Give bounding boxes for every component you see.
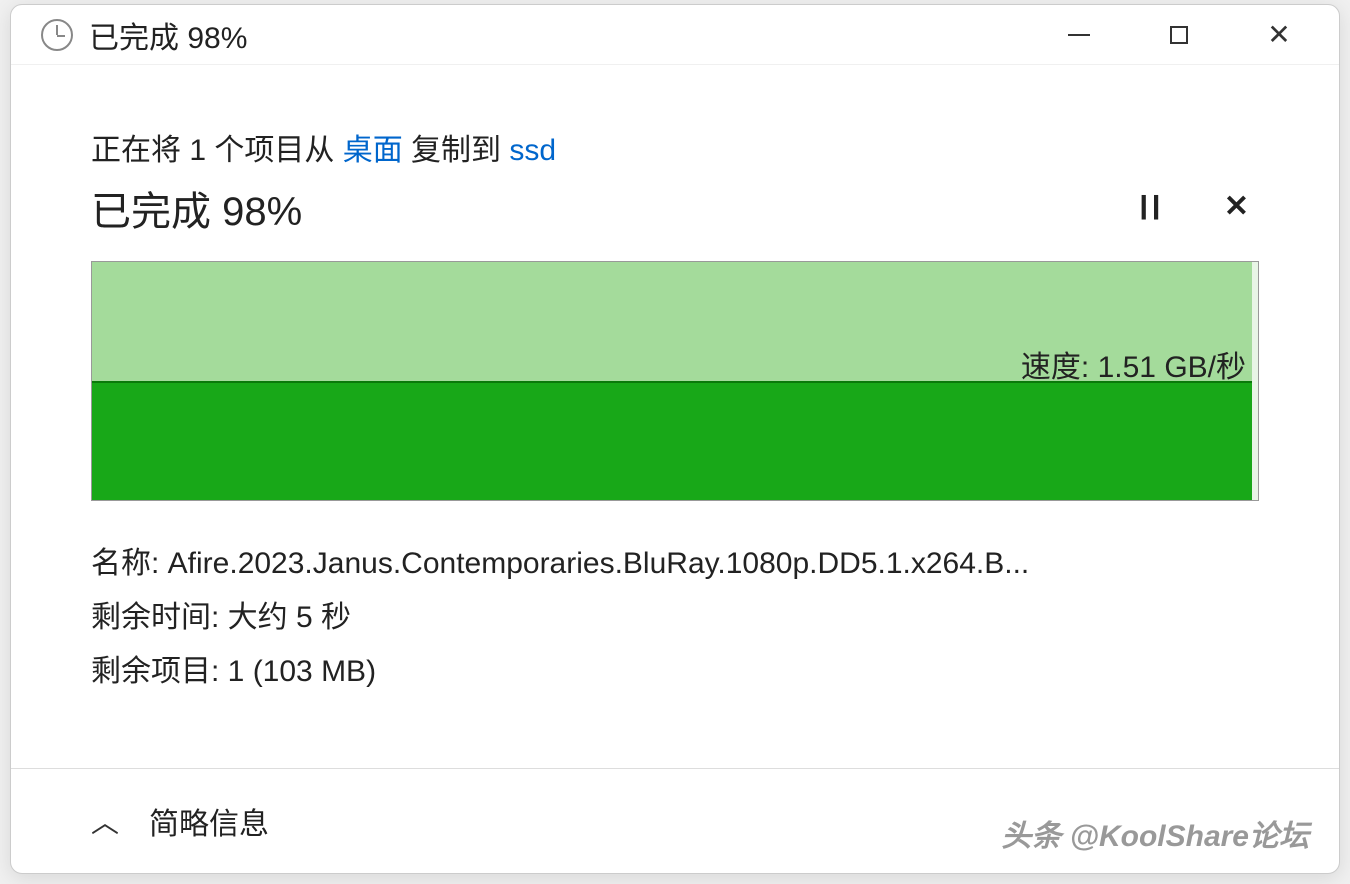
window-controls: ✕ (1029, 7, 1329, 63)
file-name-row: 名称: Afire.2023.Janus.Contemporaries.BluR… (91, 537, 1259, 591)
action-buttons: ⅠⅠ ✕ (1139, 189, 1259, 227)
titlebar[interactable]: 已完成 98% ✕ (11, 5, 1339, 65)
details-section: 名称: Afire.2023.Janus.Contemporaries.BluR… (91, 537, 1259, 699)
chevron-up-icon[interactable]: ︿ (91, 801, 119, 841)
name-label: 名称: (91, 547, 168, 580)
items-label: 剩余项目: (91, 655, 228, 688)
speed-chart: 速度: 1.51 GB/秒 (91, 261, 1259, 501)
source-link[interactable]: 桌面 (343, 134, 403, 167)
copy-prefix: 正在将 1 个项目从 (91, 134, 343, 167)
speed-label: 速度: 1.51 GB/秒 (1021, 342, 1246, 386)
copy-description: 正在将 1 个项目从 桌面 复制到 ssd (91, 125, 1259, 169)
progress-label: 已完成 98% (91, 179, 302, 237)
name-value: Afire.2023.Janus.Contemporaries.BluRay.1… (168, 547, 1030, 580)
toggle-details-button[interactable]: 简略信息 (149, 799, 269, 843)
time-remaining-row: 剩余时间: 大约 5 秒 (91, 591, 1259, 645)
pause-button[interactable]: ⅠⅠ (1139, 189, 1164, 227)
items-value: 1 (103 MB) (228, 655, 376, 688)
dialog-content: 正在将 1 个项目从 桌面 复制到 ssd 已完成 98% ⅠⅠ ✕ 速度: 1… (11, 65, 1339, 768)
copy-mid: 复制到 (403, 134, 510, 167)
chart-remaining-area (1252, 262, 1258, 500)
clock-icon (41, 19, 73, 51)
cancel-button[interactable]: ✕ (1224, 189, 1249, 227)
time-label: 剩余时间: (91, 601, 228, 634)
file-copy-dialog: 已完成 98% ✕ 正在将 1 个项目从 桌面 复制到 ssd 已完成 98% … (10, 4, 1340, 874)
chart-fill-area (92, 381, 1252, 500)
items-remaining-row: 剩余项目: 1 (103 MB) (91, 645, 1259, 699)
minimize-button[interactable] (1029, 7, 1129, 63)
maximize-button[interactable] (1129, 7, 1229, 63)
time-value: 大约 5 秒 (228, 601, 351, 634)
speed-value: 1.51 GB/秒 (1098, 351, 1246, 384)
watermark-text: 头条 @KoolShare论坛 (1001, 811, 1309, 855)
progress-row: 已完成 98% ⅠⅠ ✕ (91, 179, 1259, 237)
window-title: 已完成 98% (89, 13, 1029, 57)
close-button[interactable]: ✕ (1229, 7, 1329, 63)
destination-link[interactable]: ssd (509, 134, 556, 167)
